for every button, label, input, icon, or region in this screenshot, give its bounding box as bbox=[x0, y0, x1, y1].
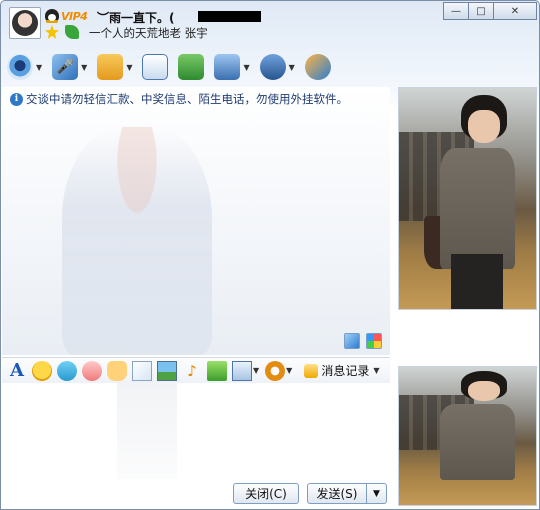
contact-signature: 一个人的天荒地老 张宇 bbox=[89, 26, 208, 40]
background-figure bbox=[62, 127, 212, 355]
photo-person-body bbox=[440, 404, 516, 481]
mail-tool[interactable] bbox=[142, 54, 169, 80]
contact-show-photo[interactable] bbox=[398, 87, 537, 310]
photo-person-legs bbox=[451, 253, 504, 309]
font-icon[interactable]: A bbox=[7, 360, 27, 381]
vip-badge[interactable]: VIP4 bbox=[61, 10, 88, 23]
music-icon[interactable]: ♪ bbox=[182, 361, 202, 381]
app-icon[interactable] bbox=[178, 54, 205, 80]
share-icon[interactable] bbox=[304, 54, 331, 80]
microphone-icon[interactable]: 🎤 bbox=[52, 54, 79, 80]
redacted-block bbox=[198, 11, 261, 22]
background-figure-lower bbox=[117, 383, 177, 479]
settings-icon[interactable] bbox=[259, 54, 286, 80]
status-icons bbox=[45, 25, 79, 39]
avatar-image bbox=[12, 10, 38, 36]
app-tool[interactable] bbox=[178, 54, 205, 80]
settings-tool[interactable]: ▼ bbox=[259, 54, 295, 80]
chevron-down-icon[interactable]: ▼ bbox=[289, 63, 295, 72]
close-button[interactable]: 关闭(C) bbox=[233, 483, 299, 504]
chevron-down-icon[interactable]: ▼ bbox=[126, 63, 132, 72]
mail-icon[interactable] bbox=[142, 54, 169, 80]
message-history-label: 消息记录 bbox=[321, 364, 370, 378]
avatar[interactable] bbox=[9, 7, 41, 39]
skin-icon[interactable] bbox=[366, 333, 382, 349]
panel-controls bbox=[344, 333, 382, 349]
chevron-down-icon[interactable]: ▼ bbox=[243, 63, 249, 72]
chat-window: VIP4 ︶雨一直下。( 一个人的天荒地老 张宇 — □ ✕ ▼ 🎤 ▼ ▼ ▼… bbox=[0, 0, 540, 510]
qq-status-icon bbox=[45, 9, 59, 23]
chevron-down-icon[interactable]: ▼ bbox=[36, 63, 42, 72]
webcam-icon[interactable] bbox=[7, 54, 33, 80]
screenshot-icon[interactable] bbox=[232, 360, 252, 381]
minimize-button[interactable]: — bbox=[443, 2, 469, 20]
file-tool[interactable]: ▼ bbox=[97, 54, 132, 80]
gift-icon[interactable] bbox=[207, 360, 227, 381]
window-controls: — □ ✕ bbox=[443, 2, 537, 20]
message-history-button[interactable]: 消息记录 ▼ bbox=[304, 362, 385, 379]
handwriting-icon[interactable] bbox=[132, 360, 152, 381]
photo-person-face bbox=[467, 110, 501, 144]
history-icon bbox=[304, 363, 319, 378]
group-tool[interactable]: ▼ bbox=[214, 54, 250, 80]
chevron-down-icon[interactable]: ▼ bbox=[253, 366, 259, 375]
title-bar: VIP4 ︶雨一直下。( 一个人的天荒地老 张宇 — □ ✕ bbox=[1, 1, 539, 45]
security-notice: i 交谈中请勿轻信汇款、中奖信息、陌生电话，勿使用外挂软件。 bbox=[10, 91, 348, 107]
contact-nickname: ︶雨一直下。( bbox=[97, 11, 175, 25]
image-icon[interactable] bbox=[157, 360, 177, 381]
maximize-button[interactable]: □ bbox=[468, 2, 494, 20]
security-notice-text: 交谈中请勿轻信汇款、中奖信息、陌生电话，勿使用外挂软件。 bbox=[26, 92, 348, 106]
magic-emoji-icon[interactable] bbox=[57, 360, 77, 381]
folder-icon[interactable] bbox=[97, 54, 124, 80]
chevron-down-icon[interactable]: ▼ bbox=[286, 366, 292, 375]
my-show-photo[interactable] bbox=[398, 366, 537, 506]
voice-tool[interactable]: 🎤 ▼ bbox=[52, 54, 87, 80]
chevron-down-icon[interactable]: ▼ bbox=[81, 63, 87, 72]
share-tool[interactable] bbox=[304, 54, 331, 80]
chat-toolbar: ▼ 🎤 ▼ ▼ ▼ ▼ bbox=[7, 51, 341, 83]
close-window-button[interactable]: ✕ bbox=[493, 2, 537, 20]
message-display-area[interactable]: i 交谈中请勿轻信汇款、中奖信息、陌生电话，勿使用外挂软件。 bbox=[2, 87, 390, 355]
leaf-icon[interactable] bbox=[65, 25, 79, 39]
shake-icon[interactable] bbox=[107, 360, 127, 381]
message-input[interactable] bbox=[2, 383, 390, 479]
chevron-down-icon[interactable]: ▼ bbox=[373, 366, 379, 375]
expand-icon[interactable] bbox=[344, 333, 360, 349]
sync-icon[interactable] bbox=[265, 360, 286, 381]
send-options-button[interactable]: ▼ bbox=[366, 483, 387, 504]
send-button[interactable]: 发送(S) bbox=[307, 483, 367, 504]
info-icon: i bbox=[10, 92, 23, 106]
group-icon[interactable] bbox=[214, 54, 241, 80]
format-toolbar: A ♪ ▼ ▼ 消息记录 ▼ bbox=[2, 357, 390, 383]
photo-person-face bbox=[467, 380, 501, 402]
webcam-tool[interactable]: ▼ bbox=[7, 54, 42, 80]
star-icon[interactable] bbox=[45, 25, 59, 39]
emoji-icon[interactable] bbox=[32, 360, 52, 381]
doodle-icon[interactable] bbox=[82, 360, 102, 381]
photo-person-body bbox=[440, 147, 516, 270]
